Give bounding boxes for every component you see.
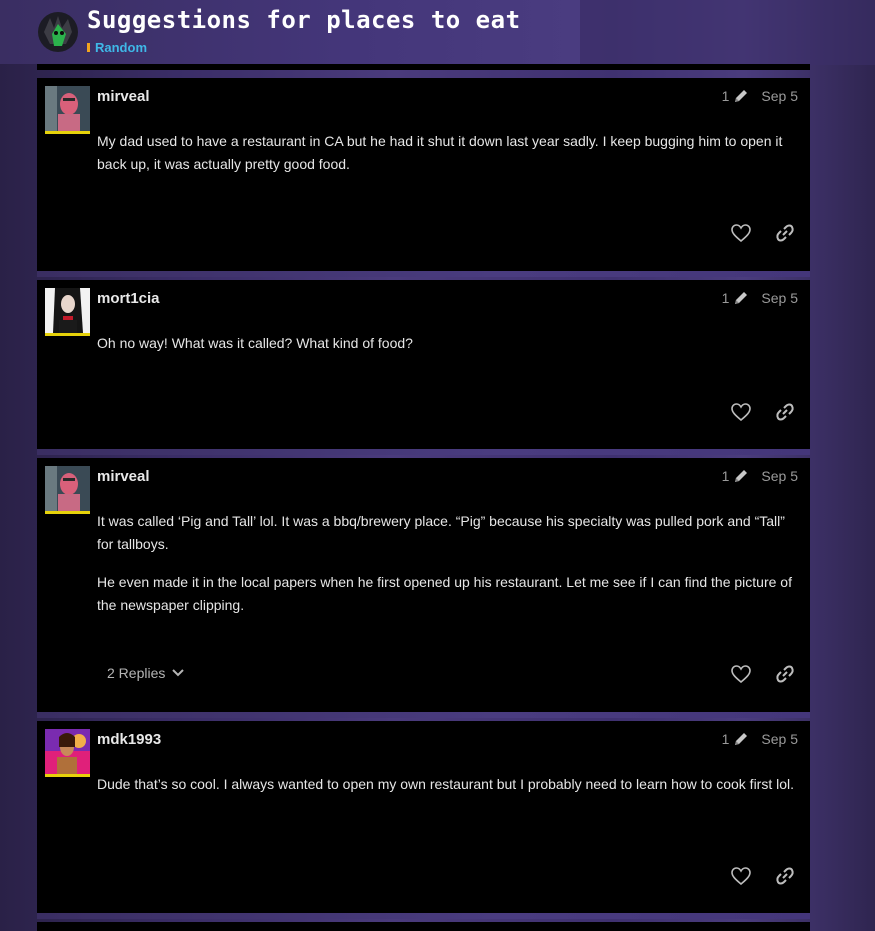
chevron-down-icon [172, 669, 185, 677]
like-button[interactable] [730, 663, 752, 685]
pencil-icon[interactable] [733, 88, 749, 104]
share-button[interactable] [774, 222, 796, 244]
post-divider [37, 271, 810, 277]
post-date[interactable]: Sep 5 [761, 88, 798, 104]
post-username[interactable]: mirveal [97, 468, 150, 485]
replies-button[interactable]: 2 Replies [107, 665, 185, 681]
heart-icon [731, 224, 751, 242]
post-actions [708, 222, 796, 244]
edit-count[interactable]: 1 [722, 468, 730, 484]
post [37, 922, 810, 931]
post-divider [37, 913, 810, 919]
post-body: It was called ‘Pig and Tall’ lol. It was… [97, 510, 797, 632]
post-actions [708, 401, 796, 423]
share-button[interactable] [774, 401, 796, 423]
post-username[interactable]: mort1cia [97, 290, 160, 307]
link-icon [776, 403, 794, 421]
post-username[interactable]: mdk1993 [97, 731, 161, 748]
category-badge[interactable]: Random [87, 40, 147, 55]
avatar[interactable] [45, 288, 90, 336]
like-button[interactable] [730, 222, 752, 244]
heart-icon [731, 403, 751, 421]
avatar[interactable] [45, 86, 90, 134]
pencil-icon[interactable] [733, 731, 749, 747]
post: mort1cia 1 Sep 5 Oh no way! What was it … [37, 280, 810, 449]
category-color-swatch [87, 43, 90, 52]
post: mirveal 1 Sep 5 It was called ‘Pig and T… [37, 458, 810, 712]
post-paragraph: It was called ‘Pig and Tall’ lol. It was… [97, 513, 785, 552]
avatar[interactable] [45, 729, 90, 777]
post-username[interactable]: mirveal [97, 88, 150, 105]
heart-icon [731, 665, 751, 683]
post-actions [708, 865, 796, 887]
topic-header: Suggestions for places to eat Random [0, 0, 580, 64]
post-meta: 1 Sep 5 [722, 290, 798, 306]
post-meta: 1 Sep 5 [722, 468, 798, 484]
post: mirveal 1 Sep 5 My dad used to have a re… [37, 78, 810, 271]
avatar[interactable] [45, 466, 90, 514]
link-icon [776, 867, 794, 885]
like-button[interactable] [730, 865, 752, 887]
post-meta: 1 Sep 5 [722, 731, 798, 747]
post-date[interactable]: Sep 5 [761, 468, 798, 484]
post-meta: 1 Sep 5 [722, 88, 798, 104]
post-paragraph: Oh no way! What was it called? What kind… [97, 335, 413, 351]
post-stream-top [37, 64, 810, 70]
site-logo[interactable] [36, 10, 80, 54]
post-divider [37, 449, 810, 455]
post-paragraph: He even made it in the local papers when… [97, 574, 792, 613]
link-icon [776, 665, 794, 683]
post-paragraph: Dude that’s so cool. I always wanted to … [97, 776, 795, 792]
post-paragraph: My dad used to have a restaurant in CA b… [97, 133, 783, 172]
pencil-icon[interactable] [733, 290, 749, 306]
pencil-icon[interactable] [733, 468, 749, 484]
post-body: My dad used to have a restaurant in CA b… [97, 130, 797, 191]
share-button[interactable] [774, 865, 796, 887]
header-background [580, 0, 875, 65]
edit-count[interactable]: 1 [722, 88, 730, 104]
category-label[interactable]: Random [95, 40, 147, 55]
post-actions [708, 663, 796, 685]
edit-count[interactable]: 1 [722, 731, 730, 747]
page-title[interactable]: Suggestions for places to eat [87, 6, 521, 34]
post-date[interactable]: Sep 5 [761, 290, 798, 306]
edit-count[interactable]: 1 [722, 290, 730, 306]
post: mdk1993 1 Sep 5 Dude that’s so cool. I a… [37, 721, 810, 913]
post-date[interactable]: Sep 5 [761, 731, 798, 747]
post-divider [37, 712, 810, 718]
replies-label: 2 Replies [107, 665, 166, 681]
like-button[interactable] [730, 401, 752, 423]
post-body: Oh no way! What was it called? What kind… [97, 332, 797, 370]
heart-icon [731, 867, 751, 885]
link-icon [776, 224, 794, 242]
post-body: Dude that’s so cool. I always wanted to … [97, 773, 797, 811]
share-button[interactable] [774, 663, 796, 685]
